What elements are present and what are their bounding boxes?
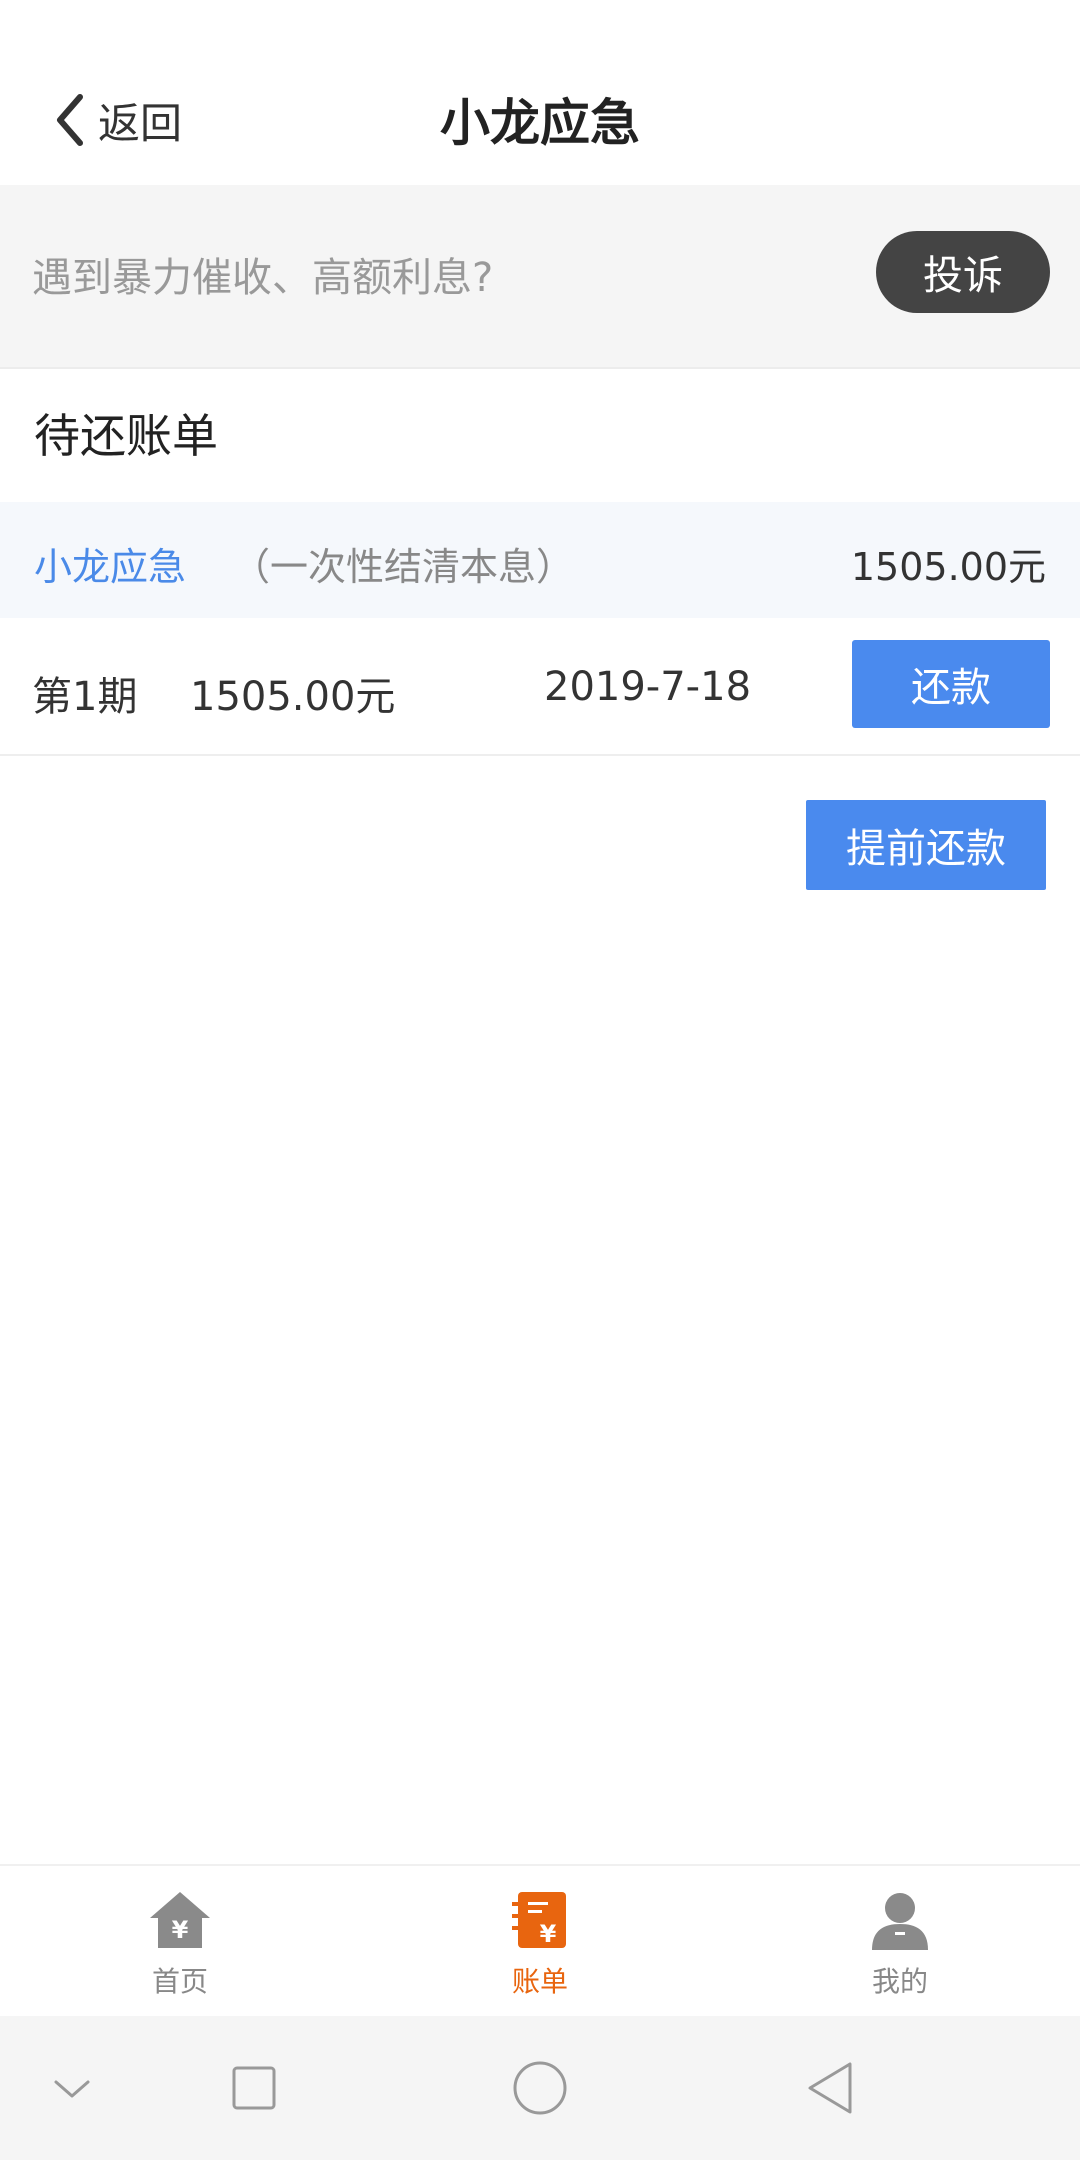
tab-home[interactable]: ¥ 首页: [100, 1888, 260, 2008]
loan-type: （一次性结清本息）: [232, 545, 575, 589]
system-navigation-bar: [0, 2016, 1080, 2160]
tab-home-label: 首页: [151, 1965, 208, 1998]
tab-bill-label: 账单: [511, 1965, 568, 1998]
svg-text:¥: ¥: [540, 1920, 557, 1948]
svg-text:¥: ¥: [172, 1916, 189, 1944]
notice-text: 遇到暴力催收、高额利息?: [32, 255, 494, 301]
loan-name: 小龙应急: [34, 545, 187, 589]
recent-apps-icon[interactable]: [222, 2056, 286, 2120]
loan-summary-row: 小龙应急 （一次性结清本息） 1505.00元: [0, 502, 1080, 618]
section-title: 待还账单: [34, 409, 218, 463]
repay-button[interactable]: 还款: [852, 640, 1050, 728]
bill-yen-icon: ¥: [512, 1892, 566, 1948]
tab-mine[interactable]: 我的: [820, 1888, 980, 2008]
installment-period: 第1期: [32, 674, 138, 720]
home-yen-icon: ¥: [150, 1892, 210, 1948]
page-title: 小龙应急: [440, 94, 640, 152]
tab-bill[interactable]: ¥ 账单: [460, 1888, 620, 2008]
complain-button[interactable]: 投诉: [876, 231, 1050, 313]
installment-row: 第1期 1505.00元 2019-7-18 还款: [0, 618, 1080, 756]
chevron-down-icon[interactable]: [40, 2056, 104, 2120]
user-icon: [872, 1893, 928, 1950]
bottom-tab-bar: ¥ 首页 ¥ 账单 我的: [0, 1864, 1080, 2018]
installment-due-date: 2019-7-18: [544, 664, 752, 710]
installment-amount: 1505.00元: [190, 674, 396, 720]
home-circle-icon[interactable]: [508, 2056, 572, 2120]
early-repay-button[interactable]: 提前还款: [806, 800, 1046, 890]
complaint-notice-bar: 遇到暴力催收、高额利息? 投诉: [0, 185, 1080, 369]
loan-amount: 1505.00元: [850, 545, 1046, 589]
back-triangle-icon[interactable]: [800, 2056, 864, 2120]
header-bar: 返回 小龙应急: [0, 0, 1080, 185]
tab-mine-label: 我的: [871, 1965, 928, 1998]
